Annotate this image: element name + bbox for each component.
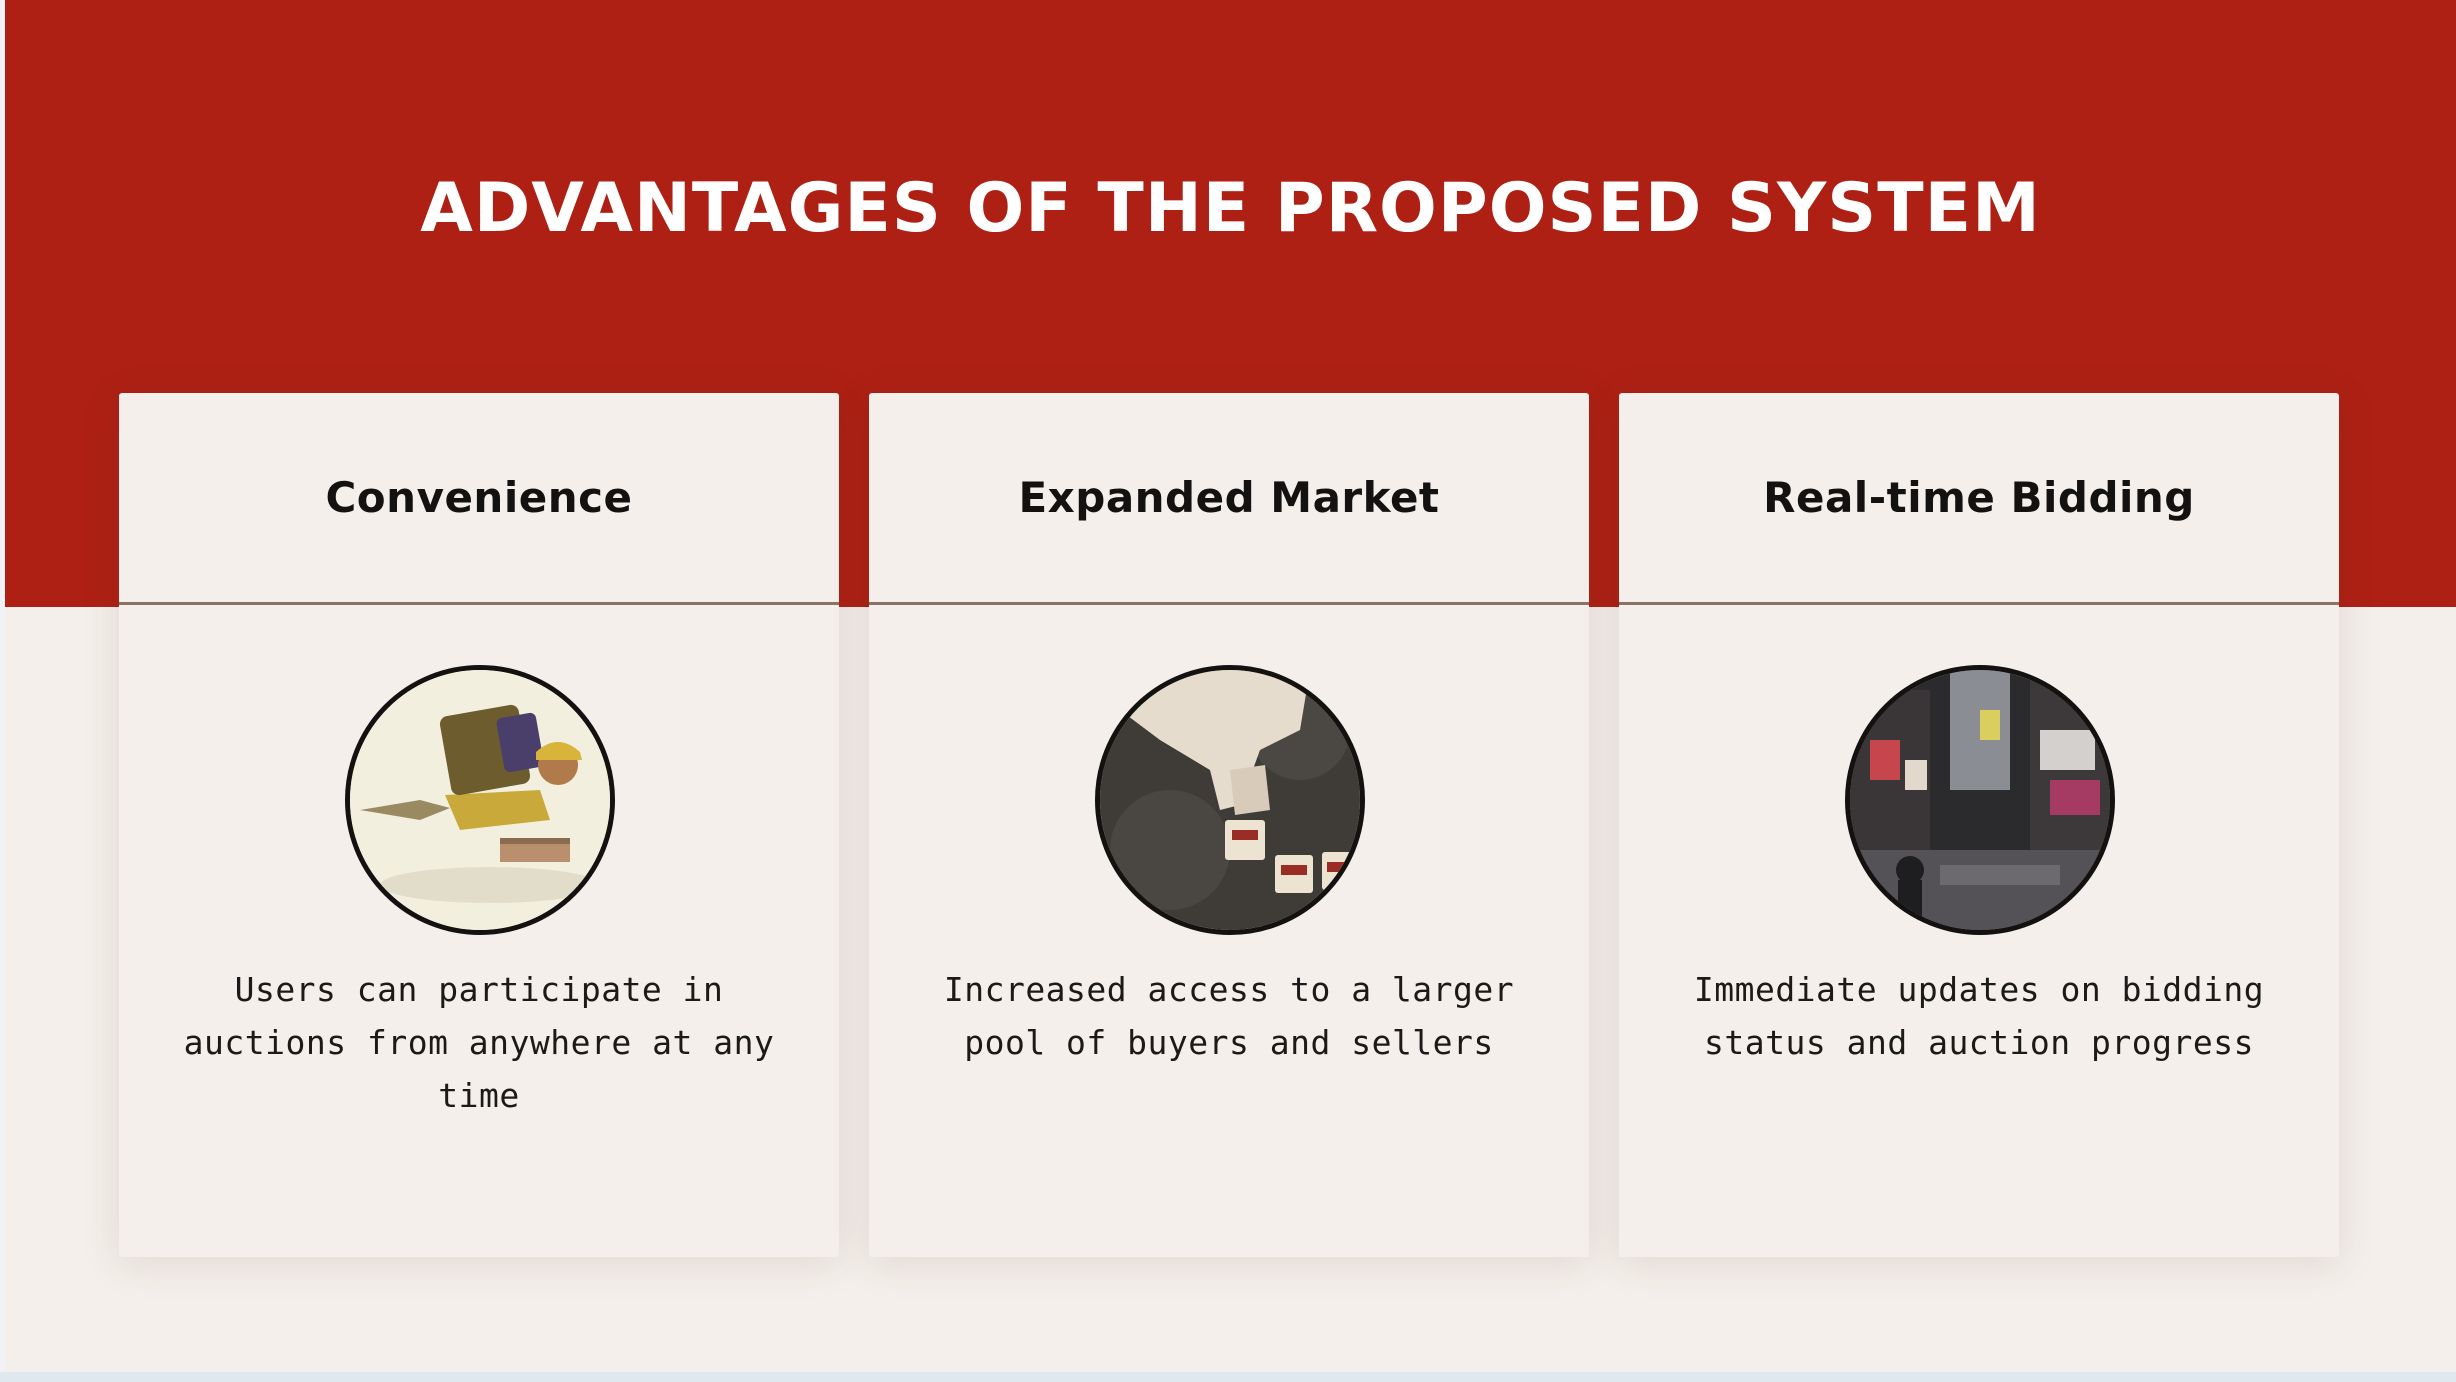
slide-title: ADVANTAGES OF THE PROPOSED SYSTEM xyxy=(420,169,2041,248)
advantage-card-expanded-market: Expanded Market Increased access to a la… xyxy=(869,393,1589,1257)
card-description: Immediate updates on bidding status and … xyxy=(1693,970,2265,1062)
card-description: Increased access to a larger pool of buy… xyxy=(943,970,1515,1062)
city-billboards-icon xyxy=(1845,665,2115,935)
card-header: Convenience xyxy=(119,393,839,605)
card-title: Expanded Market xyxy=(1018,473,1440,522)
slide: ADVANTAGES OF THE PROPOSED SYSTEM Conven… xyxy=(5,0,2456,1372)
card-description: Users can participate in auctions from a… xyxy=(183,970,775,1115)
card-title: Convenience xyxy=(325,473,633,522)
advantage-card-convenience: Convenience Users can participate in auc… xyxy=(119,393,839,1257)
card-title: Real-time Bidding xyxy=(1763,473,2195,522)
card-header: Real-time Bidding xyxy=(1619,393,2339,605)
card-header: Expanded Market xyxy=(869,393,1589,605)
flying-delivery-man-icon xyxy=(345,665,615,935)
window-bottom-edge xyxy=(0,1372,2456,1382)
hand-placing-store-blocks-icon xyxy=(1095,665,1365,935)
advantage-card-real-time-bidding: Real-time Bidding Immediate updates on b… xyxy=(1619,393,2339,1257)
